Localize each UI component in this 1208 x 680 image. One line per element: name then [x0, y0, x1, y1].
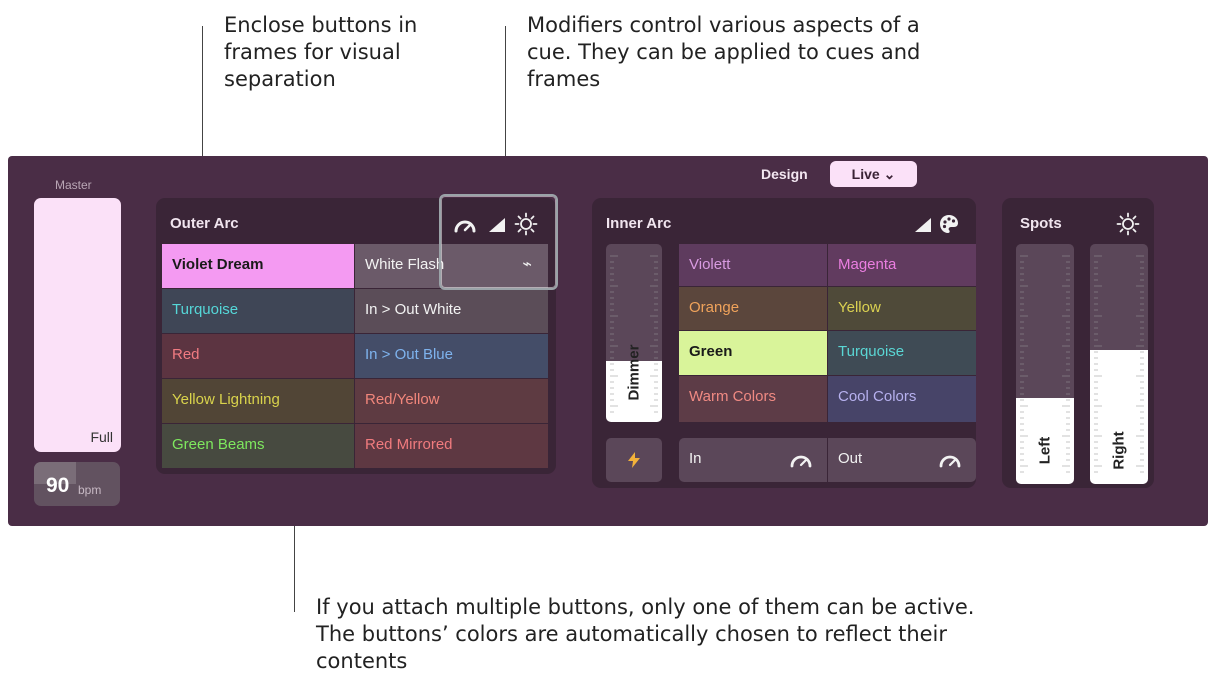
cue-button-red-mirrored[interactable]: Red Mirrored [355, 424, 548, 468]
cue-button-in-out-blue[interactable]: In > Out Blue [355, 334, 548, 378]
spot-right-label: Right [1110, 431, 1128, 470]
cue-button-green[interactable]: Green [679, 331, 827, 375]
cue-button-red-yellow[interactable]: Red/Yellow [355, 379, 548, 423]
spots-frame: Spots Left Right [1002, 198, 1154, 488]
spots-title[interactable]: Spots [1020, 215, 1062, 232]
cue-button-magenta[interactable]: Magenta [828, 244, 976, 286]
master-fader[interactable]: Full [34, 198, 121, 452]
modifiers-note: Modifiers control various aspects of a c… [527, 13, 921, 91]
design-mode-label[interactable]: Design [761, 166, 808, 182]
cue-button-turquoise-inner[interactable]: Turquoise [828, 331, 976, 375]
master-label: Master [55, 178, 92, 192]
cue-button-cool-colors[interactable]: Cool Colors [828, 376, 976, 422]
fade-out-button[interactable]: Out [828, 438, 976, 482]
bpm-unit: bpm [78, 483, 102, 497]
app-window: Master Full 90 bpm Design Live ⌄ Outer A… [8, 156, 1208, 526]
fade-in-label: In [689, 450, 702, 467]
cue-button-warm-colors[interactable]: Warm Colors [679, 376, 827, 422]
inner-arc-title[interactable]: Inner Arc [606, 215, 671, 232]
cue-button-red[interactable]: Red [162, 334, 354, 378]
cue-button-violett[interactable]: Violett [679, 244, 827, 286]
dimmer-fader[interactable]: Dimmer [606, 244, 662, 422]
cue-button-turquoise[interactable]: Turquoise [162, 289, 354, 333]
cue-button-in-out-white[interactable]: In > Out White [355, 289, 548, 333]
cue-button-yellow[interactable]: Yellow [828, 287, 976, 330]
live-mode-dropdown[interactable]: Live ⌄ [830, 161, 917, 187]
fade-in-button[interactable]: In [679, 438, 827, 482]
frames-note: Enclose buttons in frames for visual sep… [224, 13, 418, 91]
lightning-bolt-icon [628, 452, 640, 468]
outer-arc-title[interactable]: Outer Arc [170, 215, 239, 232]
spot-fader-left[interactable]: Left [1016, 244, 1074, 484]
spot-left-label: Left [1036, 436, 1054, 465]
spot-fader-right[interactable]: Right [1090, 244, 1148, 484]
dimmer-ramp-icon[interactable] [914, 217, 932, 233]
bpm-control[interactable]: 90 bpm [34, 462, 120, 506]
color-palette-icon[interactable] [938, 213, 960, 235]
attach-note: If you attach multiple buttons, only one… [316, 595, 975, 673]
modifier-highlight-box [439, 194, 558, 290]
fade-out-speed-icon [939, 455, 961, 468]
inner-arc-frame: Inner Arc Dimmer Violett Magenta Orange … [592, 198, 976, 488]
cue-button-orange[interactable]: Orange [679, 287, 827, 330]
cue-button-violet-dream[interactable]: Violet Dream [162, 244, 354, 288]
brightness-sun-icon[interactable] [1116, 212, 1140, 236]
fade-out-label: Out [838, 450, 863, 467]
cue-button-green-beams[interactable]: Green Beams [162, 424, 354, 468]
master-fader-label: Full [90, 429, 113, 445]
bpm-value: 90 [46, 474, 70, 497]
flash-button[interactable] [606, 438, 662, 482]
cue-button-yellow-lightning[interactable]: Yellow Lightning [162, 379, 354, 423]
dimmer-label: Dimmer [625, 344, 643, 401]
fade-in-speed-icon [790, 455, 812, 468]
